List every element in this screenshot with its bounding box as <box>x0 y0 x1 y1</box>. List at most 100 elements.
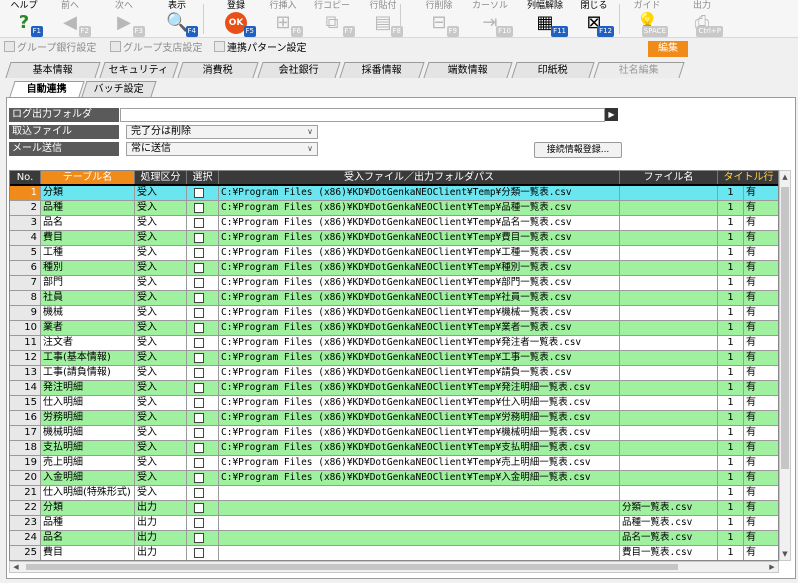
file-name-cell[interactable]: 分類一覧表.csv <box>620 501 718 515</box>
table-row[interactable]: 14 発注明細 受入 C:¥Program Files (x86)¥KD¥DotGen… <box>10 381 778 396</box>
toolbar-button-cursor[interactable]: カーソル ⇥ F10 <box>466 0 514 38</box>
row-number[interactable]: 20 <box>10 471 41 485</box>
row-number[interactable]: 25 <box>10 546 41 560</box>
select-checkbox[interactable] <box>194 488 204 498</box>
title-row-cell[interactable]: 1 <box>718 546 744 560</box>
select-cell[interactable] <box>187 261 219 275</box>
toolbar-button-row-copy[interactable]: 行コピー ⧉ F7 <box>308 0 356 38</box>
file-name-cell[interactable] <box>620 306 718 320</box>
table-row[interactable]: 24 品名 出力 品名一覧表.csv 1 有 <box>10 531 778 546</box>
option-cell[interactable]: 有 <box>744 186 778 200</box>
row-number[interactable]: 11 <box>10 336 41 350</box>
row-number[interactable]: 18 <box>10 441 41 455</box>
table-row[interactable]: 20 入金明細 受入 C:¥Program Files (x86)¥KD¥DotGen… <box>10 471 778 486</box>
option-cell[interactable]: 有 <box>744 201 778 215</box>
file-name-cell[interactable] <box>620 351 718 365</box>
select-checkbox[interactable] <box>194 233 204 243</box>
subtab-2[interactable]: バッチ設定 <box>81 81 157 97</box>
process-type-cell[interactable]: 出力 <box>135 546 187 560</box>
row-number[interactable]: 12 <box>10 351 41 365</box>
path-cell[interactable] <box>219 516 620 530</box>
toolbar-button-ok[interactable]: 登録 OK F5 <box>215 0 257 38</box>
title-row-cell[interactable]: 1 <box>718 216 744 230</box>
title-row-cell[interactable]: 1 <box>718 516 744 530</box>
select-checkbox[interactable] <box>194 323 204 333</box>
table-name-cell[interactable]: 仕入明細 <box>41 396 135 410</box>
process-type-cell[interactable]: 受入 <box>135 216 187 230</box>
row-number[interactable]: 4 <box>10 231 41 245</box>
toolbar-button-row-insert[interactable]: 行挿入 ⊞ F6 <box>262 0 304 38</box>
select-cell[interactable] <box>187 336 219 350</box>
row-number[interactable]: 8 <box>10 291 41 305</box>
col-select[interactable]: 選択 <box>187 171 219 185</box>
process-type-cell[interactable]: 受入 <box>135 261 187 275</box>
row-number[interactable]: 9 <box>10 306 41 320</box>
file-name-cell[interactable] <box>620 411 718 425</box>
toolbar-button-row-paste[interactable]: 行貼付 ▤ F8 <box>362 0 404 38</box>
toolbar-button-magnifier[interactable]: 表示 🔍 F4 <box>155 0 199 38</box>
file-name-cell[interactable] <box>620 366 718 380</box>
table-name-cell[interactable]: 機械明細 <box>41 426 135 440</box>
row-number[interactable]: 17 <box>10 426 41 440</box>
row-number[interactable]: 10 <box>10 321 41 335</box>
process-type-cell[interactable]: 受入 <box>135 366 187 380</box>
select-cell[interactable] <box>187 381 219 395</box>
col-title-row[interactable]: タイトル行 <box>718 171 778 185</box>
table-name-cell[interactable]: 費目 <box>41 546 135 560</box>
table-row[interactable]: 5 工種 受入 C:¥Program Files (x86)¥KD¥DotGenkaN… <box>10 246 778 261</box>
table-name-cell[interactable]: 注文者 <box>41 336 135 350</box>
title-row-cell[interactable]: 1 <box>718 231 744 245</box>
table-name-cell[interactable]: 入金明細 <box>41 471 135 485</box>
table-row[interactable]: 19 売上明細 受入 C:¥Program Files (x86)¥KD¥DotGen… <box>10 456 778 471</box>
table-row[interactable]: 13 工事(請負情報) 受入 C:¥Program Files (x86)¥KD¥Do… <box>10 366 778 381</box>
table-row[interactable]: 7 部門 受入 C:¥Program Files (x86)¥KD¥DotGenkaN… <box>10 276 778 291</box>
option-cell[interactable]: 有 <box>744 231 778 245</box>
option-cell[interactable]: 有 <box>744 261 778 275</box>
select-cell[interactable] <box>187 246 219 260</box>
option-cell[interactable]: 有 <box>744 321 778 335</box>
option-cell[interactable]: 有 <box>744 441 778 455</box>
col-file-name[interactable]: ファイル名 <box>620 171 718 185</box>
select-cell[interactable] <box>187 471 219 485</box>
table-name-cell[interactable]: 社員 <box>41 291 135 305</box>
row-number[interactable]: 7 <box>10 276 41 290</box>
tab-5[interactable]: 採番情報 <box>339 62 425 78</box>
select-checkbox[interactable] <box>194 338 204 348</box>
select-checkbox[interactable] <box>194 533 204 543</box>
browse-folder-button[interactable]: ▶ <box>605 108 618 121</box>
select-cell[interactable] <box>187 486 219 500</box>
option-cell[interactable]: 有 <box>744 351 778 365</box>
row-number[interactable]: 5 <box>10 246 41 260</box>
select-checkbox[interactable] <box>194 383 204 393</box>
process-type-cell[interactable]: 受入 <box>135 336 187 350</box>
table-row[interactable]: 1 分類 受入 C:¥Program Files (x86)¥KD¥DotGenkaN… <box>10 184 778 203</box>
table-row[interactable]: 22 分類 出力 分類一覧表.csv 1 有 <box>10 501 778 516</box>
select-checkbox[interactable] <box>194 188 204 198</box>
row-number[interactable]: 14 <box>10 381 41 395</box>
select-cell[interactable] <box>187 441 219 455</box>
path-cell[interactable]: C:¥Program Files (x86)¥KD¥DotGenkaNEOCli… <box>219 471 620 485</box>
toolbar-button-arrow-left[interactable]: 前へ ◀ F2 <box>48 0 92 38</box>
scroll-right-icon[interactable]: ▶ <box>766 562 778 572</box>
file-name-cell[interactable] <box>620 336 718 350</box>
log-folder-input[interactable] <box>120 108 605 122</box>
process-type-cell[interactable]: 受入 <box>135 486 187 500</box>
table-name-cell[interactable]: 品種 <box>41 516 135 530</box>
table-name-cell[interactable]: 種別 <box>41 261 135 275</box>
file-name-cell[interactable] <box>620 261 718 275</box>
mail-select[interactable]: 常に送信 ∨ <box>126 142 318 156</box>
file-name-cell[interactable] <box>620 276 718 290</box>
table-row[interactable]: 9 機械 受入 C:¥Program Files (x86)¥KD¥DotGenkaN… <box>10 306 778 321</box>
select-cell[interactable] <box>187 201 219 215</box>
title-row-cell[interactable]: 1 <box>718 321 744 335</box>
select-cell[interactable] <box>187 231 219 245</box>
tab-6[interactable]: 端数情報 <box>423 62 513 78</box>
scroll-thumb[interactable] <box>781 187 789 469</box>
path-cell[interactable]: C:¥Program Files (x86)¥KD¥DotGenkaNEOCli… <box>219 426 620 440</box>
select-cell[interactable] <box>187 276 219 290</box>
path-cell[interactable]: C:¥Program Files (x86)¥KD¥DotGenkaNEOCli… <box>219 186 620 200</box>
select-cell[interactable] <box>187 531 219 545</box>
path-cell[interactable]: C:¥Program Files (x86)¥KD¥DotGenkaNEOCli… <box>219 246 620 260</box>
option-cell[interactable]: 有 <box>744 336 778 350</box>
file-name-cell[interactable]: 費目一覧表.csv <box>620 546 718 560</box>
